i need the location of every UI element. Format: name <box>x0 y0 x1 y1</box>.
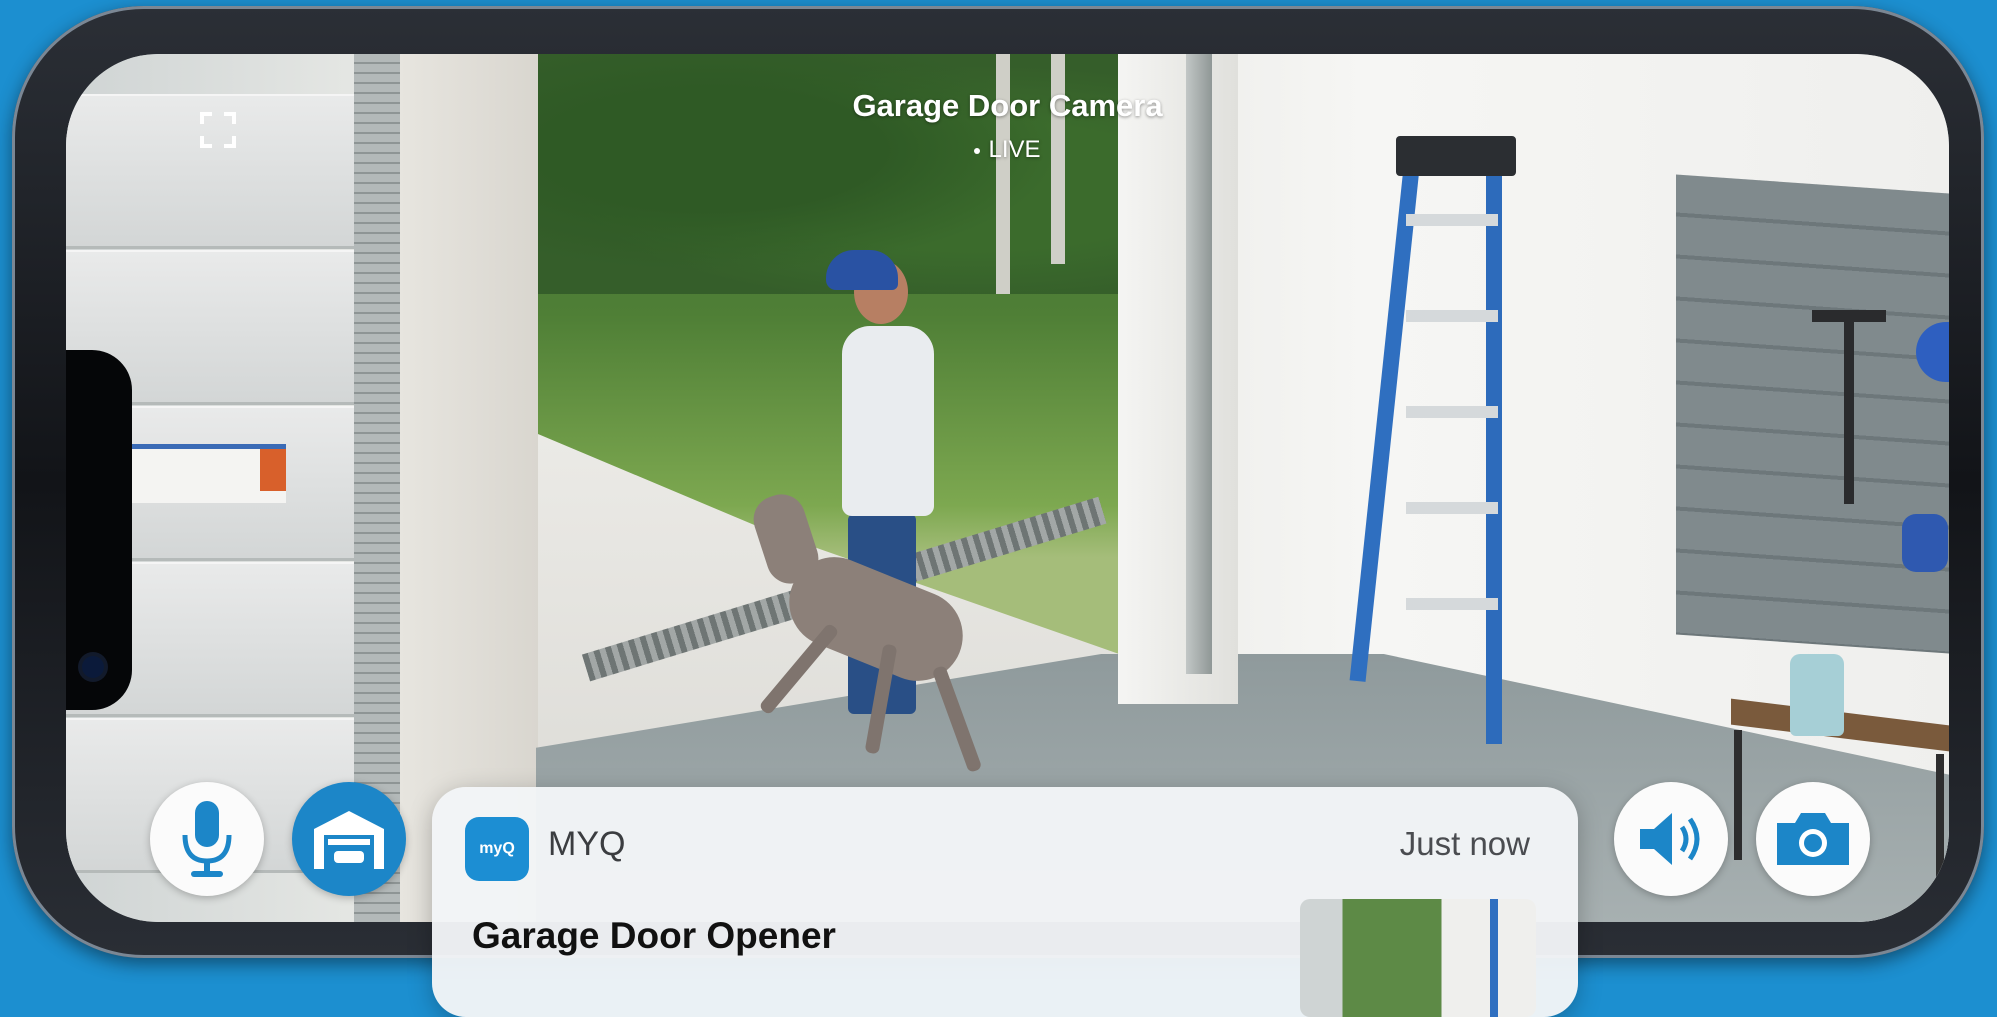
microphone-icon <box>182 801 232 877</box>
live-dot-icon <box>974 147 981 154</box>
camera-icon <box>1777 813 1849 865</box>
speaker-button[interactable] <box>1614 782 1728 896</box>
garage-icon <box>314 811 384 869</box>
live-indicator: LIVE <box>66 136 1949 164</box>
camera-notch <box>66 350 132 710</box>
camera-title: Garage Door Camera <box>852 88 1163 123</box>
garage-door-button[interactable] <box>292 782 406 896</box>
microphone-button[interactable] <box>150 782 264 896</box>
notification-thumbnail <box>1300 899 1536 1017</box>
notification-time: Just now <box>1399 825 1530 862</box>
myq-app-logo: myQ <box>465 817 529 881</box>
snapshot-button[interactable] <box>1756 782 1870 896</box>
push-notification[interactable]: myQ MYQ Just now Garage Door Opener <box>432 787 1578 1017</box>
speaker-icon <box>1640 813 1700 865</box>
notification-app-name: MYQ <box>548 825 626 863</box>
door-warning-label <box>132 444 286 503</box>
live-status: LIVE <box>988 136 1041 163</box>
notification-title: Garage Door Opener <box>472 915 836 956</box>
